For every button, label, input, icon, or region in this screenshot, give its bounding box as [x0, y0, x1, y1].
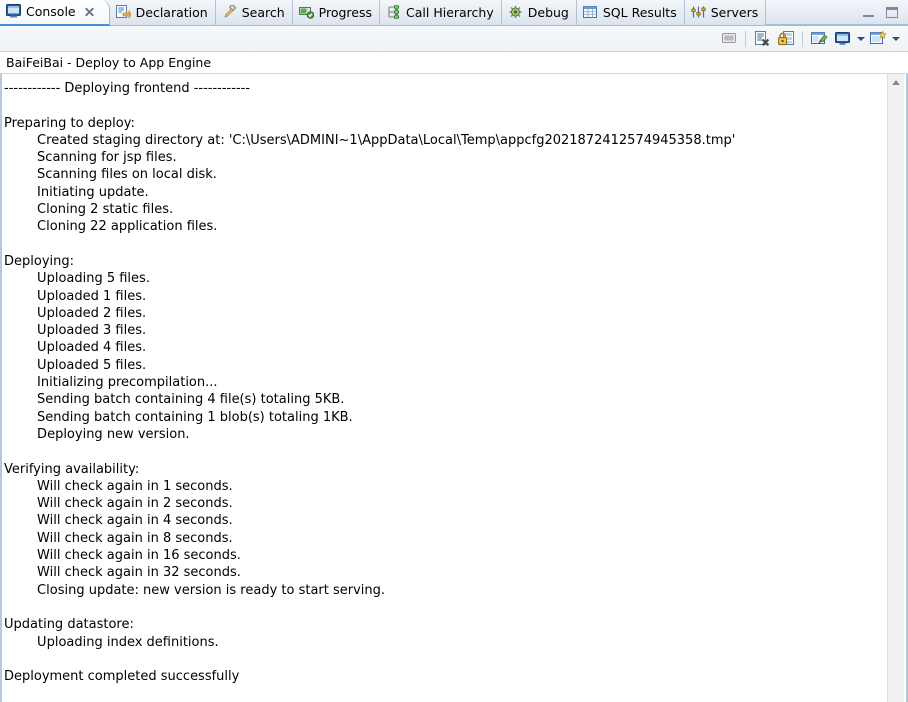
display-console-icon	[835, 32, 850, 45]
tab-label: Progress	[318, 4, 373, 20]
console-line: Will check again in 4 seconds.	[4, 513, 233, 529]
triangle-up-icon	[892, 80, 900, 85]
tab-label: SQL Results	[602, 4, 677, 20]
console-toolbar	[0, 26, 908, 52]
console-title: BaiFeiBai - Deploy to App Engine	[6, 55, 212, 70]
console-body: ------------ Deploying frontend --------…	[0, 74, 908, 702]
tab-search[interactable]: Search	[216, 0, 293, 26]
console-line: Closing update: new version is ready to …	[4, 582, 386, 598]
open-console-dropdown[interactable]	[890, 30, 901, 48]
pin-console-button[interactable]	[808, 29, 830, 49]
pin-console-icon	[810, 32, 828, 44]
minimize-icon[interactable]	[863, 7, 874, 17]
console-line: Deployment completed successfully	[4, 669, 240, 685]
call-hierarchy-icon	[386, 3, 401, 22]
close-icon[interactable]	[83, 6, 95, 18]
console-line: Scanning for jsp files.	[4, 150, 177, 166]
tab-console[interactable]: Console	[0, 0, 110, 26]
tab-call-hierarchy[interactable]: Call Hierarchy	[380, 0, 502, 26]
console-line: Will check again in 2 seconds.	[4, 496, 233, 512]
tab-debug[interactable]: Debug	[502, 0, 577, 26]
console-line: Updating datastore:	[4, 617, 134, 633]
display-console-dropdown[interactable]	[855, 30, 866, 48]
scroll-lock-icon	[778, 31, 794, 46]
console-line: Preparing to deploy:	[4, 115, 135, 131]
view-tab-bar: Console Declaration Search Progress Call…	[0, 0, 908, 26]
console-line: Uploaded 2 files.	[4, 305, 147, 321]
chevron-down-icon	[856, 36, 865, 41]
console-line: Sending batch containing 4 file(s) total…	[4, 392, 345, 408]
console-title-bar: BaiFeiBai - Deploy to App Engine	[0, 52, 908, 74]
toolbar-separator	[745, 30, 746, 47]
console-line: Initiating update.	[4, 184, 149, 200]
terminate-button[interactable]	[718, 29, 740, 49]
search-icon	[222, 3, 237, 22]
tab-bar-filler	[766, 0, 857, 25]
console-line: Uploaded 3 files.	[4, 323, 147, 339]
console-line: Uploaded 5 files.	[4, 357, 147, 373]
console-icon	[6, 3, 21, 21]
declaration-icon	[115, 4, 131, 22]
console-line: Deploying:	[4, 253, 75, 269]
console-line: Created staging directory at: 'C:\Users\…	[4, 132, 736, 148]
terminate-icon	[722, 33, 736, 43]
toolbar-separator	[802, 30, 803, 47]
tab-label: Search	[241, 4, 285, 20]
window-controls	[857, 0, 908, 25]
tab-label: Debug	[527, 4, 569, 20]
console-line: Will check again in 1 seconds.	[4, 478, 233, 494]
console-line: Uploaded 1 files.	[4, 288, 147, 304]
chevron-down-icon	[891, 36, 900, 41]
tab-sql-results[interactable]: SQL Results	[577, 0, 685, 26]
scrollbar-track[interactable]	[888, 91, 904, 702]
sql-results-icon	[582, 5, 598, 22]
console-line: Will check again in 16 seconds.	[4, 548, 241, 564]
vertical-scrollbar[interactable]	[887, 74, 904, 702]
console-line: Uploading 5 files.	[4, 271, 150, 287]
console-line: Will check again in 32 seconds.	[4, 565, 241, 581]
tab-declaration[interactable]: Declaration	[110, 0, 216, 26]
console-line: ------------ Deploying frontend --------…	[4, 81, 251, 96]
tab-progress[interactable]: Progress	[293, 0, 381, 26]
open-console-button[interactable]	[867, 29, 889, 49]
console-line: Scanning files on local disk.	[4, 167, 217, 183]
console-line: Initializing precompilation...	[4, 375, 218, 391]
console-line: Deploying new version.	[4, 426, 190, 442]
tab-label: Call Hierarchy	[406, 4, 494, 20]
maximize-icon[interactable]	[886, 6, 898, 18]
console-line: Sending batch containing 1 blob(s) total…	[4, 409, 353, 425]
console-line: Uploaded 4 files.	[4, 340, 147, 356]
console-output[interactable]: ------------ Deploying frontend --------…	[4, 74, 887, 702]
tab-label: Console	[26, 3, 76, 19]
clear-console-button[interactable]	[751, 29, 773, 49]
open-console-icon	[869, 31, 887, 44]
console-right-edge	[904, 74, 908, 702]
tab-label: Declaration	[135, 4, 208, 20]
tab-label: Servers	[710, 4, 759, 20]
progress-icon	[298, 5, 314, 22]
scroll-lock-button[interactable]	[775, 29, 797, 49]
console-line: Cloning 22 application files.	[4, 219, 218, 235]
tab-servers[interactable]: Servers	[685, 0, 767, 26]
scrollbar-up-arrow[interactable]	[888, 74, 904, 91]
console-line: Uploading index definitions.	[4, 634, 219, 650]
debug-icon	[508, 5, 523, 22]
servers-icon	[691, 5, 706, 22]
console-line: Verifying availability:	[4, 461, 140, 477]
clear-console-icon	[755, 31, 770, 46]
display-console-button[interactable]	[832, 29, 854, 49]
console-line: Will check again in 8 seconds.	[4, 530, 233, 546]
console-line: Cloning 2 static files.	[4, 202, 174, 218]
